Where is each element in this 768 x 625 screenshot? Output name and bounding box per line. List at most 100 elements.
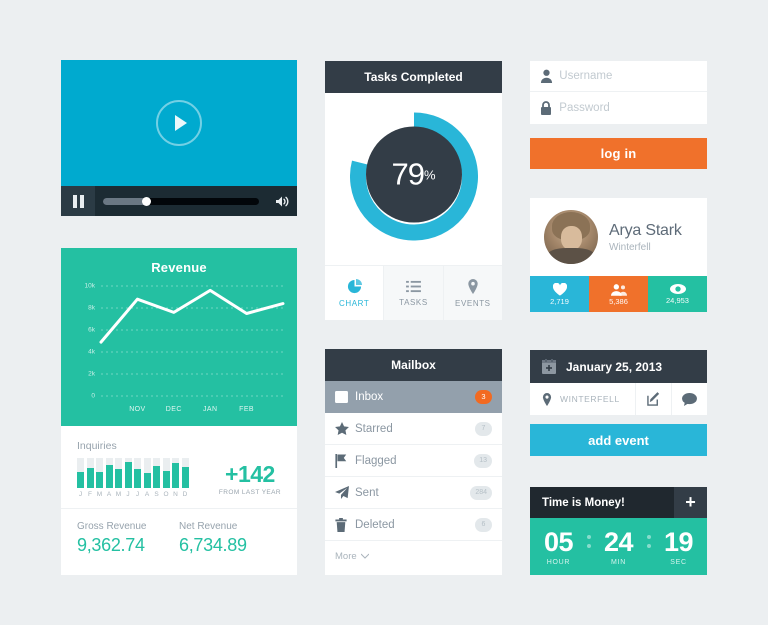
inquiries-month-label: M: [115, 491, 122, 498]
inquiries-bar-fill: [86, 467, 94, 488]
inquiries-bar-fill: [153, 466, 160, 488]
tasks-card-title: Tasks Completed: [325, 61, 502, 93]
pause-button[interactable]: [61, 186, 95, 216]
revenue-y-tick: 0: [91, 392, 95, 400]
scrubber-track[interactable]: [103, 196, 259, 206]
inquiries-month-label: O: [163, 491, 169, 498]
tasks-chart-body: 79%: [325, 93, 502, 265]
stat-views[interactable]: 24,953: [648, 276, 707, 312]
timer-title: Time is Money!: [542, 496, 625, 509]
stat-views-value: 24,953: [666, 296, 689, 305]
inquiries-bar: [77, 458, 84, 488]
login-button[interactable]: log in: [530, 138, 707, 169]
inquiries-bar: [124, 458, 132, 488]
mailbox-item-inbox[interactable]: Inbox 3: [325, 381, 502, 413]
revenue-title: Revenue: [151, 260, 207, 275]
revenue-x-tick: NOV: [129, 406, 146, 413]
mailbox-item-flagged[interactable]: Flagged 13: [325, 445, 502, 477]
revenue-plot-area: 0 2k 4k 6k 8k 10k NOV DEC JAN FEB: [61, 278, 297, 426]
plus-icon: +: [685, 492, 696, 512]
inquiries-bar: [153, 458, 160, 488]
inquiries-delta: +142: [225, 461, 275, 487]
inquiries-month-label: N: [173, 491, 178, 498]
list-icon: [406, 280, 421, 292]
timer-card: Time is Money! + 05 HOUR 24 MIN 19 SEC: [530, 487, 707, 575]
mailbox-item-label: Flagged: [355, 454, 397, 467]
inquiries-label: Inquiries: [77, 440, 117, 452]
flag-icon: [335, 453, 355, 468]
inquiries-bar-fill: [162, 470, 170, 488]
inquiries-bar: [105, 458, 113, 488]
stat-likes[interactable]: 2,719: [530, 276, 589, 312]
inbox-icon: [335, 390, 355, 403]
map-pin-icon: [542, 392, 552, 406]
pause-icon: [79, 194, 84, 208]
paper-plane-icon: [335, 486, 355, 499]
username-input[interactable]: [559, 70, 697, 82]
play-button[interactable]: [156, 100, 202, 146]
timer-hour-label: HOUR: [546, 559, 571, 566]
donut-percent-symbol: %: [423, 167, 436, 182]
tab-events[interactable]: EVENTS: [442, 266, 502, 320]
scrubber-knob[interactable]: [142, 196, 152, 206]
gross-revenue-value: 9,362.74: [77, 535, 145, 555]
tab-tasks-label: TASKS: [399, 297, 428, 307]
net-revenue-label: Net Revenue: [179, 521, 238, 532]
mailbox-item-starred[interactable]: Starred 7: [325, 413, 502, 445]
gross-revenue-label: Gross Revenue: [77, 521, 147, 532]
timer-sec-label: SEC: [670, 559, 687, 566]
profile-name: Arya Stark: [609, 221, 682, 239]
inquiries-month-label: A: [106, 491, 112, 498]
stat-followers[interactable]: 5,386: [589, 276, 648, 312]
pause-icon: [72, 194, 77, 208]
user-icon: [540, 69, 559, 83]
inquiries-bar: [172, 458, 179, 488]
event-comment-button[interactable]: [671, 383, 707, 415]
revenue-y-tick: 2k: [88, 370, 95, 378]
trash-icon: [335, 517, 355, 532]
timer-separator: [586, 535, 591, 548]
password-input[interactable]: [559, 101, 697, 114]
inquiries-month-label: M: [96, 491, 103, 498]
stat-likes-value: 2,719: [550, 296, 569, 306]
profile-header: Arya Stark Winterfell: [530, 198, 707, 276]
revenue-y-tick: 4k: [88, 348, 95, 356]
timer-add-button[interactable]: +: [674, 487, 707, 518]
tab-chart[interactable]: CHART: [325, 266, 384, 320]
tab-tasks[interactable]: TASKS: [383, 266, 443, 320]
mailbox-item-badge: 3: [475, 389, 492, 404]
inquiries-bar-fill: [143, 473, 151, 488]
inquiries-bar-fill: [77, 472, 84, 488]
inquiries-month-label: J: [78, 491, 83, 498]
tab-events-label: EVENTS: [455, 298, 491, 308]
mailbox-item-deleted[interactable]: Deleted 6: [325, 509, 502, 541]
mailbox-item-label: Starred: [355, 422, 393, 435]
mailbox-item-badge: 7: [475, 421, 492, 436]
stat-followers-value: 5,386: [609, 296, 628, 306]
revenue-x-tick: JAN: [202, 406, 218, 413]
password-row[interactable]: [530, 92, 707, 123]
event-edit-button[interactable]: [635, 383, 671, 415]
event-body: WINTERFELL: [530, 383, 707, 415]
video-screen[interactable]: [61, 60, 297, 186]
event-header: January 25, 2013: [530, 350, 707, 383]
inquiries-month-label: D: [182, 491, 188, 498]
inquiries-month-label: F: [88, 491, 92, 498]
inquiries-section: Inquiries JFMAMJJASOND +142 FROM LAST YE…: [61, 426, 297, 509]
volume-icon: [275, 196, 288, 206]
star-icon: [335, 422, 355, 435]
add-event-button[interactable]: add event: [530, 424, 707, 456]
inquiries-bar: [86, 458, 94, 488]
mailbox-more-button[interactable]: More: [325, 541, 502, 571]
revenue-totals: Gross Revenue 9,362.74 Net Revenue 6,734…: [61, 509, 297, 568]
edit-icon: [646, 392, 659, 406]
video-scrubber[interactable]: [95, 186, 267, 216]
revenue-y-tick: 10k: [84, 282, 95, 290]
username-row[interactable]: [530, 61, 707, 92]
inquiries-bar-fill: [124, 461, 132, 488]
play-icon: [175, 115, 187, 131]
scrubber-buffer: [103, 197, 147, 205]
mailbox-item-sent[interactable]: Sent 284: [325, 477, 502, 509]
volume-button[interactable]: [267, 195, 297, 208]
inquiries-bar: [96, 458, 103, 488]
